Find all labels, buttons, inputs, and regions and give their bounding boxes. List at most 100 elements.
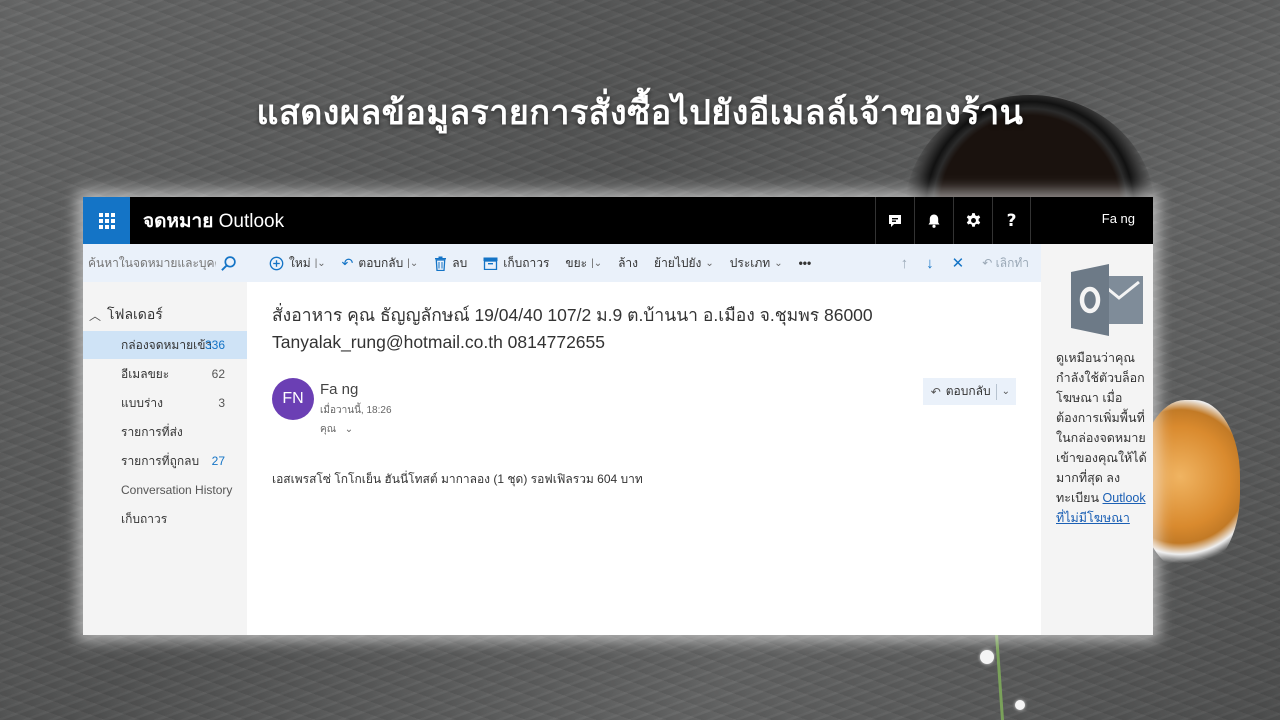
app-launcher-button[interactable]	[83, 197, 130, 244]
undo-label: เลิกทำ	[995, 255, 1029, 270]
sender-name[interactable]: Fa ng	[320, 381, 358, 398]
junk-label: ขยะ	[565, 255, 588, 270]
sweep-label: ล้าง	[618, 255, 639, 270]
search-input[interactable]	[88, 256, 216, 270]
plus-circle-icon	[269, 256, 284, 270]
archive-button[interactable]: เก็บถาวร	[483, 254, 549, 273]
archive-icon	[483, 257, 498, 270]
folder-drafts[interactable]: แบบร่าง 3	[83, 389, 247, 417]
folder-count: 336	[204, 338, 225, 352]
ad-pane: ดูเหมือนว่าคุณกำลังใช้ตัวบล็อกโฆษณา เมื่…	[1041, 244, 1153, 635]
previous-arrow-icon[interactable]: ↑	[901, 255, 909, 272]
feedback-icon	[889, 214, 901, 227]
chevron-down-icon: ⌄	[344, 424, 354, 435]
folder-label: อีเมลขยะ	[121, 366, 170, 381]
reply-toolbar-label: ตอบกลับ	[358, 255, 404, 270]
message-body: เอสเพรสโซ่ โกโกเย็น ฮันนี่โทสต์ มากาลอง …	[272, 472, 643, 486]
new-button[interactable]: ใหม่ |⌄	[269, 254, 326, 273]
feedback-button[interactable]	[875, 197, 914, 244]
folder-inbox[interactable]: กล่องจดหมายเข้า 336	[83, 331, 247, 359]
slide-title: แสดงผลข้อมูลรายการสั่งซื้อไปยังอีเมลล์เจ…	[256, 93, 1024, 133]
folder-conversation-history[interactable]: Conversation History	[83, 476, 247, 504]
close-icon[interactable]: ✕	[952, 254, 965, 272]
toolbar-right-actions: ↑ ↓ ✕ ↶ เลิกทำ	[883, 244, 1029, 282]
undo-icon: ↶	[982, 255, 996, 270]
folder-label: รายการที่ส่ง	[121, 424, 183, 439]
search-icon[interactable]	[220, 255, 237, 272]
delete-label: ลบ	[452, 255, 468, 270]
folder-deleted[interactable]: รายการที่ถูกลบ 27	[83, 447, 247, 475]
move-label: ย้ายไปยัง	[654, 255, 702, 270]
recipient[interactable]: คุณ ⌄	[320, 422, 353, 437]
categorize-label: ประเภท	[729, 255, 771, 270]
folder-label: แบบร่าง	[121, 395, 164, 410]
folder-sent[interactable]: รายการที่ส่ง	[83, 418, 247, 446]
reply-button[interactable]: ↶ ตอบกลับ ⌄	[922, 378, 1016, 405]
separator-chevron-icon[interactable]: |⌄	[315, 258, 326, 269]
move-chevron-down-icon: ⌄	[705, 257, 714, 269]
outlook-logo-icon	[1071, 264, 1143, 336]
help-button[interactable]: ?	[992, 197, 1031, 244]
folder-label: รายการที่ถูกลบ	[121, 453, 200, 468]
search-bar	[83, 244, 247, 282]
more-actions-button[interactable]: •••	[799, 256, 812, 270]
sweep-button[interactable]: ล้าง	[618, 254, 638, 273]
ad-text: ดูเหมือนว่าคุณกำลังใช้ตัวบล็อกโฆษณา เมื่…	[1056, 351, 1147, 505]
folder-sidebar: ︿ โฟลเดอร์ กล่องจดหมายเข้า 336 อีเมลขยะ …	[83, 282, 247, 635]
delete-button[interactable]: ลบ	[434, 254, 467, 273]
waffle-icon	[98, 212, 115, 229]
muffin-decoration	[1140, 400, 1240, 570]
top-bar: จดหมาย Outlook ? Fa ng	[83, 197, 1153, 244]
reply-icon: ↶	[930, 384, 941, 399]
sent-time: เมื่อวานนี้, 18:26	[320, 405, 392, 416]
folder-label: Conversation History	[121, 483, 233, 497]
folder-junk[interactable]: อีเมลขยะ 62	[83, 360, 247, 388]
flower-decoration	[1015, 700, 1025, 710]
reply-toolbar-button[interactable]: ↶ ตอบกลับ |⌄	[342, 254, 419, 273]
user-name[interactable]: Fa ng	[1102, 211, 1135, 226]
subject-line-1: สั่งอาหาร คุณ ธัญญลักษณ์ 19/04/40 107/2 …	[272, 305, 873, 325]
app-title: จดหมาย Outlook	[143, 206, 284, 236]
archive-label: เก็บถาวร	[503, 255, 550, 270]
reply-button-label: ตอบกลับ	[945, 384, 991, 398]
subject-line-2: Tanyalak_rung@hotmail.co.th 0814772655	[272, 332, 605, 352]
flower-decoration	[980, 650, 994, 664]
flower-stem-decoration	[994, 632, 1005, 720]
reply-options-chevron-icon[interactable]: ⌄	[1002, 386, 1010, 397]
trash-icon	[435, 256, 447, 271]
junk-button[interactable]: ขยะ |⌄	[565, 254, 602, 273]
categorize-button[interactable]: ประเภท ⌄	[730, 254, 783, 273]
ad-message: ดูเหมือนว่าคุณกำลังใช้ตัวบล็อกโฆษณา เมื่…	[1056, 348, 1152, 528]
reading-pane: สั่งอาหาร คุณ ธัญญลักษณ์ 19/04/40 107/2 …	[247, 282, 1041, 635]
folder-archive[interactable]: เก็บถาวร	[83, 505, 247, 533]
command-toolbar: ใหม่ |⌄ ↶ ตอบกลับ |⌄ ลบ เก็บถาวร ขยะ |⌄ …	[247, 244, 1041, 282]
categorize-chevron-down-icon: ⌄	[774, 257, 783, 269]
avatar[interactable]: FN	[272, 378, 314, 420]
folder-count: 3	[218, 396, 225, 410]
bell-icon	[928, 214, 940, 228]
app-title-bold: จดหมาย	[143, 210, 214, 232]
folder-count: 62	[211, 367, 225, 381]
next-arrow-icon[interactable]: ↓	[926, 255, 934, 272]
junk-dropdown-chevron-icon[interactable]: |⌄	[591, 258, 602, 269]
folder-label: กล่องจดหมายเข้า	[121, 337, 213, 352]
recipient-label: คุณ	[320, 424, 336, 435]
folder-label: เก็บถาวร	[121, 511, 168, 526]
settings-button[interactable]	[953, 197, 992, 244]
folders-label: โฟลเดอร์	[107, 306, 163, 322]
header-icons: ?	[875, 197, 1031, 244]
folder-count: 27	[211, 454, 225, 468]
folders-header[interactable]: ︿ โฟลเดอร์	[83, 282, 247, 326]
undo-button[interactable]: ↶ เลิกทำ	[982, 254, 1029, 273]
more-icon: •••	[798, 256, 812, 270]
outlook-window: จดหมาย Outlook ? Fa ng ค้นหาในจดหมายและบ…	[83, 197, 1153, 635]
message-subject: สั่งอาหาร คุณ ธัญญลักษณ์ 19/04/40 107/2 …	[272, 302, 892, 356]
notifications-button[interactable]	[914, 197, 953, 244]
chevron-up-icon: ︿	[89, 308, 102, 323]
new-label: ใหม่	[289, 255, 311, 270]
move-to-button[interactable]: ย้ายไปยัง ⌄	[654, 254, 714, 273]
reply-dropdown-chevron-icon[interactable]: |⌄	[407, 258, 418, 269]
help-icon: ?	[1006, 210, 1017, 231]
gear-icon	[966, 213, 980, 227]
app-title-rest: Outlook	[213, 210, 285, 232]
